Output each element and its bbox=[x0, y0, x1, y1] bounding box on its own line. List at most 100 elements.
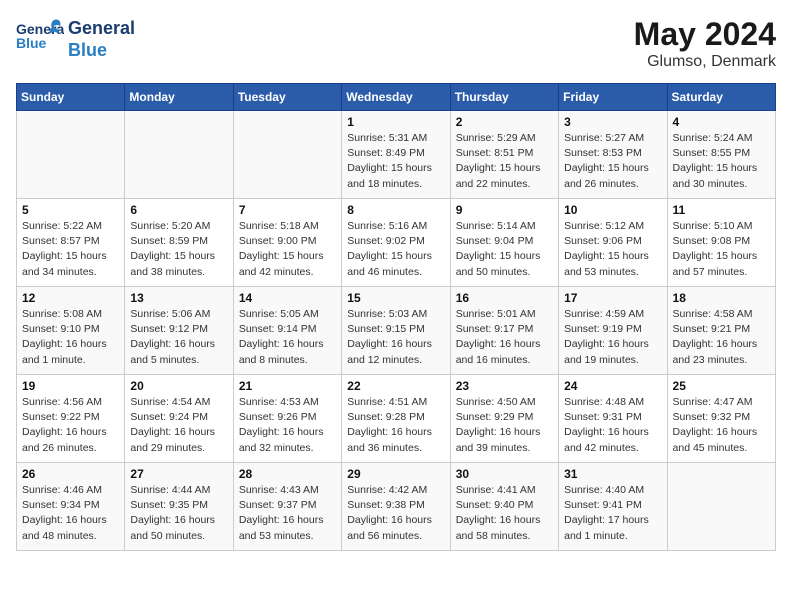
day-info: Sunrise: 4:44 AMSunset: 9:35 PMDaylight:… bbox=[130, 483, 227, 544]
day-number: 31 bbox=[564, 467, 661, 481]
logo-general: General bbox=[68, 18, 135, 40]
calendar-week-row: 12 Sunrise: 5:08 AMSunset: 9:10 PMDayligh… bbox=[17, 287, 776, 375]
calendar-cell: 17 Sunrise: 4:59 AMSunset: 9:19 PMDayligh… bbox=[559, 287, 667, 375]
logo-blue: Blue bbox=[68, 40, 135, 62]
day-info: Sunrise: 4:54 AMSunset: 9:24 PMDaylight:… bbox=[130, 395, 227, 456]
calendar-cell: 27Sunrise: 4:44 AMSunset: 9:35 PMDayligh… bbox=[125, 463, 233, 551]
day-number: 23 bbox=[456, 379, 553, 393]
calendar-cell: 3 Sunrise: 5:27 AMSunset: 8:53 PMDaylight… bbox=[559, 111, 667, 199]
day-info: Sunrise: 4:50 AMSunset: 9:29 PMDaylight:… bbox=[456, 395, 553, 456]
calendar-cell: 26 Sunrise: 4:46 AMSunset: 9:34 PMDayligh… bbox=[17, 463, 125, 551]
weekday-header-thursday: Thursday bbox=[450, 84, 558, 111]
calendar-cell: 25 Sunrise: 4:47 AMSunset: 9:32 PMDayligh… bbox=[667, 375, 775, 463]
calendar-cell: 8 Sunrise: 5:16 AMSunset: 9:02 PMDaylight… bbox=[342, 199, 450, 287]
logo-icon: General Blue bbox=[16, 16, 64, 63]
day-number: 18 bbox=[673, 291, 770, 305]
day-info: Sunrise: 5:29 AMSunset: 8:51 PMDaylight:… bbox=[456, 131, 553, 192]
calendar-cell: 21 Sunrise: 4:53 AMSunset: 9:26 PMDayligh… bbox=[233, 375, 341, 463]
month-title: May 2024 bbox=[634, 16, 776, 53]
day-number: 9 bbox=[456, 203, 553, 217]
day-info: Sunrise: 5:27 AMSunset: 8:53 PMDaylight:… bbox=[564, 131, 661, 192]
day-number: 11 bbox=[673, 203, 770, 217]
logo: General Blue General Blue bbox=[16, 16, 135, 63]
calendar-cell: 31Sunrise: 4:40 AMSunset: 9:41 PMDayligh… bbox=[559, 463, 667, 551]
day-info: Sunrise: 4:42 AMSunset: 9:38 PMDaylight:… bbox=[347, 483, 444, 544]
title-area: May 2024 Glumso, Denmark bbox=[634, 16, 776, 71]
day-number: 24 bbox=[564, 379, 661, 393]
calendar-table: SundayMondayTuesdayWednesdayThursdayFrid… bbox=[16, 83, 776, 551]
day-info: Sunrise: 5:05 AMSunset: 9:14 PMDaylight:… bbox=[239, 307, 336, 368]
day-info: Sunrise: 5:16 AMSunset: 9:02 PMDaylight:… bbox=[347, 219, 444, 280]
day-number: 28 bbox=[239, 467, 336, 481]
calendar-cell: 29 Sunrise: 4:42 AMSunset: 9:38 PMDayligh… bbox=[342, 463, 450, 551]
day-number: 4 bbox=[673, 115, 770, 129]
day-number: 3 bbox=[564, 115, 661, 129]
day-number: 17 bbox=[564, 291, 661, 305]
day-info: Sunrise: 4:53 AMSunset: 9:26 PMDaylight:… bbox=[239, 395, 336, 456]
location-title: Glumso, Denmark bbox=[634, 53, 776, 71]
calendar-cell: 20Sunrise: 4:54 AMSunset: 9:24 PMDayligh… bbox=[125, 375, 233, 463]
svg-text:Blue: Blue bbox=[16, 35, 47, 51]
day-number: 15 bbox=[347, 291, 444, 305]
day-number: 22 bbox=[347, 379, 444, 393]
calendar-cell bbox=[17, 111, 125, 199]
day-info: Sunrise: 5:31 AMSunset: 8:49 PMDaylight:… bbox=[347, 131, 444, 192]
day-number: 1 bbox=[347, 115, 444, 129]
calendar-cell bbox=[233, 111, 341, 199]
calendar-cell bbox=[667, 463, 775, 551]
calendar-cell: 2 Sunrise: 5:29 AMSunset: 8:51 PMDaylight… bbox=[450, 111, 558, 199]
calendar-cell: 10 Sunrise: 5:12 AMSunset: 9:06 PMDayligh… bbox=[559, 199, 667, 287]
day-info: Sunrise: 4:41 AMSunset: 9:40 PMDaylight:… bbox=[456, 483, 553, 544]
day-number: 8 bbox=[347, 203, 444, 217]
day-info: Sunrise: 5:14 AMSunset: 9:04 PMDaylight:… bbox=[456, 219, 553, 280]
calendar-cell: 6Sunrise: 5:20 AMSunset: 8:59 PMDaylight… bbox=[125, 199, 233, 287]
day-info: Sunrise: 4:51 AMSunset: 9:28 PMDaylight:… bbox=[347, 395, 444, 456]
weekday-header-saturday: Saturday bbox=[667, 84, 775, 111]
calendar-cell: 19Sunrise: 4:56 AMSunset: 9:22 PMDayligh… bbox=[17, 375, 125, 463]
day-number: 12 bbox=[22, 291, 119, 305]
day-number: 30 bbox=[456, 467, 553, 481]
weekday-header-row: SundayMondayTuesdayWednesdayThursdayFrid… bbox=[17, 84, 776, 111]
calendar-cell: 7 Sunrise: 5:18 AMSunset: 9:00 PMDaylight… bbox=[233, 199, 341, 287]
day-info: Sunrise: 5:20 AMSunset: 8:59 PMDaylight:… bbox=[130, 219, 227, 280]
calendar-cell: 28 Sunrise: 4:43 AMSunset: 9:37 PMDayligh… bbox=[233, 463, 341, 551]
calendar-week-row: 26 Sunrise: 4:46 AMSunset: 9:34 PMDayligh… bbox=[17, 463, 776, 551]
day-info: Sunrise: 4:48 AMSunset: 9:31 PMDaylight:… bbox=[564, 395, 661, 456]
calendar-cell: 12 Sunrise: 5:08 AMSunset: 9:10 PMDayligh… bbox=[17, 287, 125, 375]
calendar-cell: 23 Sunrise: 4:50 AMSunset: 9:29 PMDayligh… bbox=[450, 375, 558, 463]
day-number: 2 bbox=[456, 115, 553, 129]
day-info: Sunrise: 5:01 AMSunset: 9:17 PMDaylight:… bbox=[456, 307, 553, 368]
weekday-header-monday: Monday bbox=[125, 84, 233, 111]
day-number: 16 bbox=[456, 291, 553, 305]
day-info: Sunrise: 5:08 AMSunset: 9:10 PMDaylight:… bbox=[22, 307, 119, 368]
calendar-week-row: 1 Sunrise: 5:31 AMSunset: 8:49 PMDaylight… bbox=[17, 111, 776, 199]
calendar-cell: 14 Sunrise: 5:05 AMSunset: 9:14 PMDayligh… bbox=[233, 287, 341, 375]
weekday-header-tuesday: Tuesday bbox=[233, 84, 341, 111]
day-number: 26 bbox=[22, 467, 119, 481]
day-number: 13 bbox=[130, 291, 227, 305]
day-info: Sunrise: 4:43 AMSunset: 9:37 PMDaylight:… bbox=[239, 483, 336, 544]
calendar-cell: 1 Sunrise: 5:31 AMSunset: 8:49 PMDaylight… bbox=[342, 111, 450, 199]
day-info: Sunrise: 5:12 AMSunset: 9:06 PMDaylight:… bbox=[564, 219, 661, 280]
day-number: 10 bbox=[564, 203, 661, 217]
calendar-cell: 30 Sunrise: 4:41 AMSunset: 9:40 PMDayligh… bbox=[450, 463, 558, 551]
day-info: Sunrise: 5:22 AMSunset: 8:57 PMDaylight:… bbox=[22, 219, 119, 280]
day-number: 7 bbox=[239, 203, 336, 217]
day-info: Sunrise: 5:03 AMSunset: 9:15 PMDaylight:… bbox=[347, 307, 444, 368]
day-number: 29 bbox=[347, 467, 444, 481]
calendar-cell: 13 Sunrise: 5:06 AMSunset: 9:12 PMDayligh… bbox=[125, 287, 233, 375]
day-number: 21 bbox=[239, 379, 336, 393]
calendar-cell: 4Sunrise: 5:24 AMSunset: 8:55 PMDaylight… bbox=[667, 111, 775, 199]
day-info: Sunrise: 5:06 AMSunset: 9:12 PMDaylight:… bbox=[130, 307, 227, 368]
day-info: Sunrise: 4:47 AMSunset: 9:32 PMDaylight:… bbox=[673, 395, 770, 456]
day-number: 25 bbox=[673, 379, 770, 393]
calendar-cell: 5Sunrise: 5:22 AMSunset: 8:57 PMDaylight… bbox=[17, 199, 125, 287]
calendar-cell: 24 Sunrise: 4:48 AMSunset: 9:31 PMDayligh… bbox=[559, 375, 667, 463]
day-info: Sunrise: 4:46 AMSunset: 9:34 PMDaylight:… bbox=[22, 483, 119, 544]
day-info: Sunrise: 5:18 AMSunset: 9:00 PMDaylight:… bbox=[239, 219, 336, 280]
calendar-cell: 16 Sunrise: 5:01 AMSunset: 9:17 PMDayligh… bbox=[450, 287, 558, 375]
calendar-cell: 11Sunrise: 5:10 AMSunset: 9:08 PMDayligh… bbox=[667, 199, 775, 287]
day-number: 14 bbox=[239, 291, 336, 305]
calendar-cell: 22 Sunrise: 4:51 AMSunset: 9:28 PMDayligh… bbox=[342, 375, 450, 463]
day-info: Sunrise: 4:59 AMSunset: 9:19 PMDaylight:… bbox=[564, 307, 661, 368]
